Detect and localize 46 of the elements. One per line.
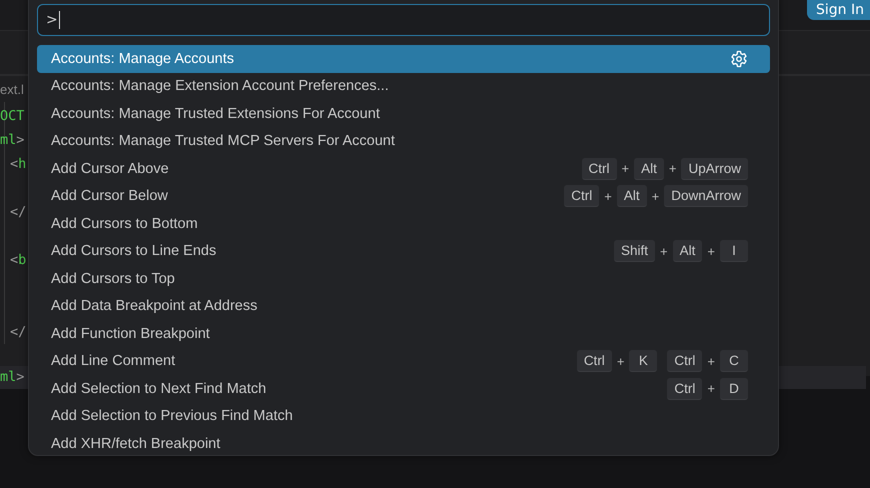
command-item[interactable]: Accounts: Manage Accounts	[37, 45, 770, 72]
command-item[interactable]: Accounts: Manage Trusted MCP Servers For Account	[37, 128, 770, 155]
command-item[interactable]: Add Cursors to Bottom	[37, 210, 770, 238]
command-item[interactable]: Add Cursors to Top	[37, 265, 770, 292]
key-cap: Alt	[634, 158, 664, 180]
key-cap: DownArrow	[664, 185, 748, 208]
key-cap: I	[720, 240, 748, 262]
command-item[interactable]: Add Cursor Below Ctrl + Alt + DownArrow	[37, 182, 770, 210]
command-item[interactable]: Add Data Breakpoint at Address	[37, 292, 770, 320]
key-cap: Shift	[614, 240, 656, 262]
plus-sign: +	[660, 244, 668, 259]
code-line: <h	[10, 155, 26, 174]
command-item[interactable]: Add Cursors to Line Ends Shift + Alt + I	[37, 238, 770, 265]
breadcrumb-text: ext.l	[0, 81, 24, 99]
key-cap: D	[720, 378, 748, 400]
key-cap: C	[720, 350, 748, 372]
key-cap: Alt	[616, 185, 647, 208]
command-item[interactable]: Add Function Breakpoint	[37, 320, 770, 348]
plus-sign: +	[707, 244, 715, 259]
code-line: </	[10, 323, 26, 342]
settings-icon[interactable]	[730, 50, 748, 68]
command-item[interactable]: Add XHR/fetch Breakpoint	[37, 430, 770, 455]
code-line: OCT	[0, 107, 24, 126]
command-item[interactable]: Accounts: Manage Trusted Extensions For Account	[37, 100, 770, 128]
plus-sign: +	[707, 354, 715, 369]
code-line: ml>	[0, 131, 24, 150]
key-cap: Ctrl	[582, 158, 617, 180]
key-cap: Ctrl	[564, 185, 600, 208]
code-line: <b	[10, 251, 26, 270]
command-item[interactable]: Accounts: Manage Extension Account Preferences...	[37, 72, 770, 100]
plus-sign: +	[652, 188, 660, 204]
code-line: </	[10, 203, 26, 222]
sign-in-button[interactable]: Sign In	[807, 0, 870, 20]
key-cap: Alt	[672, 240, 702, 262]
plus-sign: +	[616, 354, 624, 369]
key-cap: Ctrl	[576, 350, 612, 372]
plus-sign: +	[604, 188, 612, 204]
key-cap: Ctrl	[667, 378, 702, 400]
command-item[interactable]: Add Selection to Previous Find Match	[37, 402, 770, 430]
key-cap: UpArrow	[681, 158, 748, 180]
key-cap: Ctrl	[667, 350, 702, 372]
command-input[interactable]: >	[37, 4, 770, 36]
command-item[interactable]: Add Cursor Above Ctrl + Alt + UpArrow	[37, 155, 770, 182]
plus-sign: +	[622, 161, 630, 176]
plus-sign: +	[668, 161, 676, 176]
key-cap: K	[629, 350, 658, 372]
